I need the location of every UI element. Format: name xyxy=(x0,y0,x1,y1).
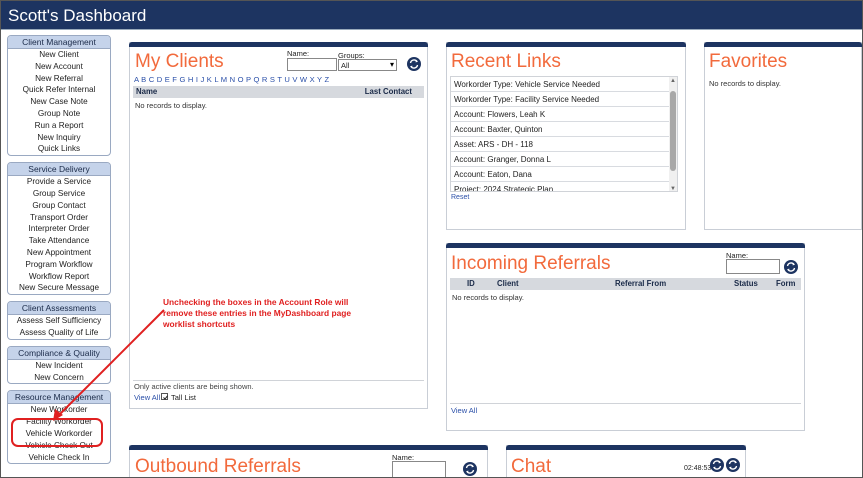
annotation-arrow-icon xyxy=(53,309,165,421)
dashboard-frame: Scott's Dashboard Client Management New C… xyxy=(0,0,863,478)
